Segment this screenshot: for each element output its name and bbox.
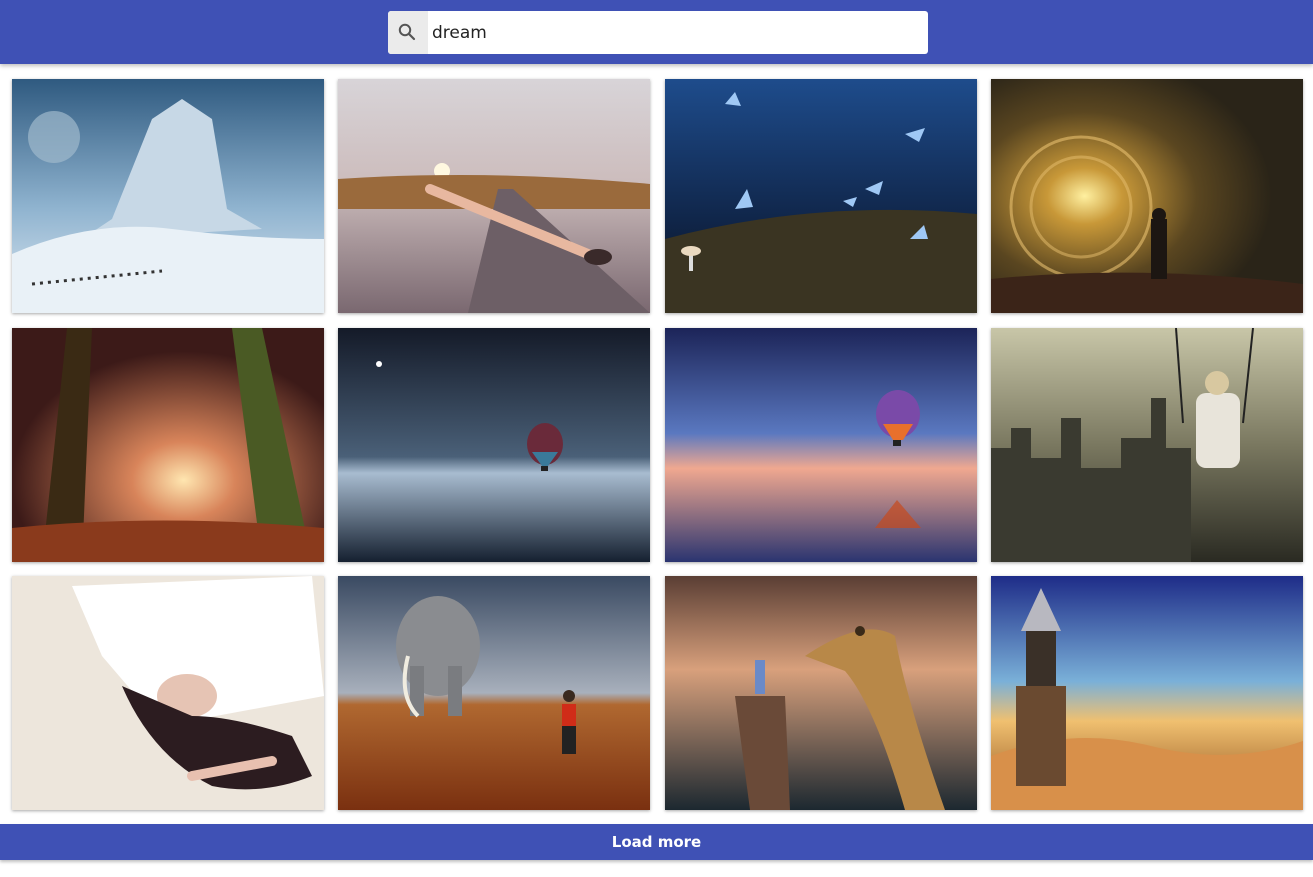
- search-box: [388, 11, 928, 54]
- search-icon: [398, 23, 416, 41]
- autumn-forest-image[interactable]: [12, 328, 324, 562]
- elephant-hiker-image[interactable]: [338, 576, 650, 810]
- girl-swing-city-image[interactable]: [991, 328, 1303, 562]
- balloon-sunset-sea-image[interactable]: [665, 328, 977, 562]
- search-button[interactable]: [388, 11, 428, 54]
- app-bar: [0, 0, 1313, 64]
- tower-clouds-image[interactable]: [991, 576, 1303, 810]
- light-portal-image[interactable]: [991, 79, 1303, 313]
- sleeping-woman-image[interactable]: [12, 576, 324, 810]
- search-input[interactable]: [428, 11, 922, 54]
- load-more-button[interactable]: Load more: [0, 824, 1313, 860]
- ice-giant-image[interactable]: [12, 79, 324, 313]
- swimmer-on-road-image[interactable]: [338, 79, 650, 313]
- balloon-night-sea-image[interactable]: [338, 328, 650, 562]
- giraffe-cliff-image[interactable]: [665, 576, 977, 810]
- blue-butterflies-image[interactable]: [665, 79, 977, 313]
